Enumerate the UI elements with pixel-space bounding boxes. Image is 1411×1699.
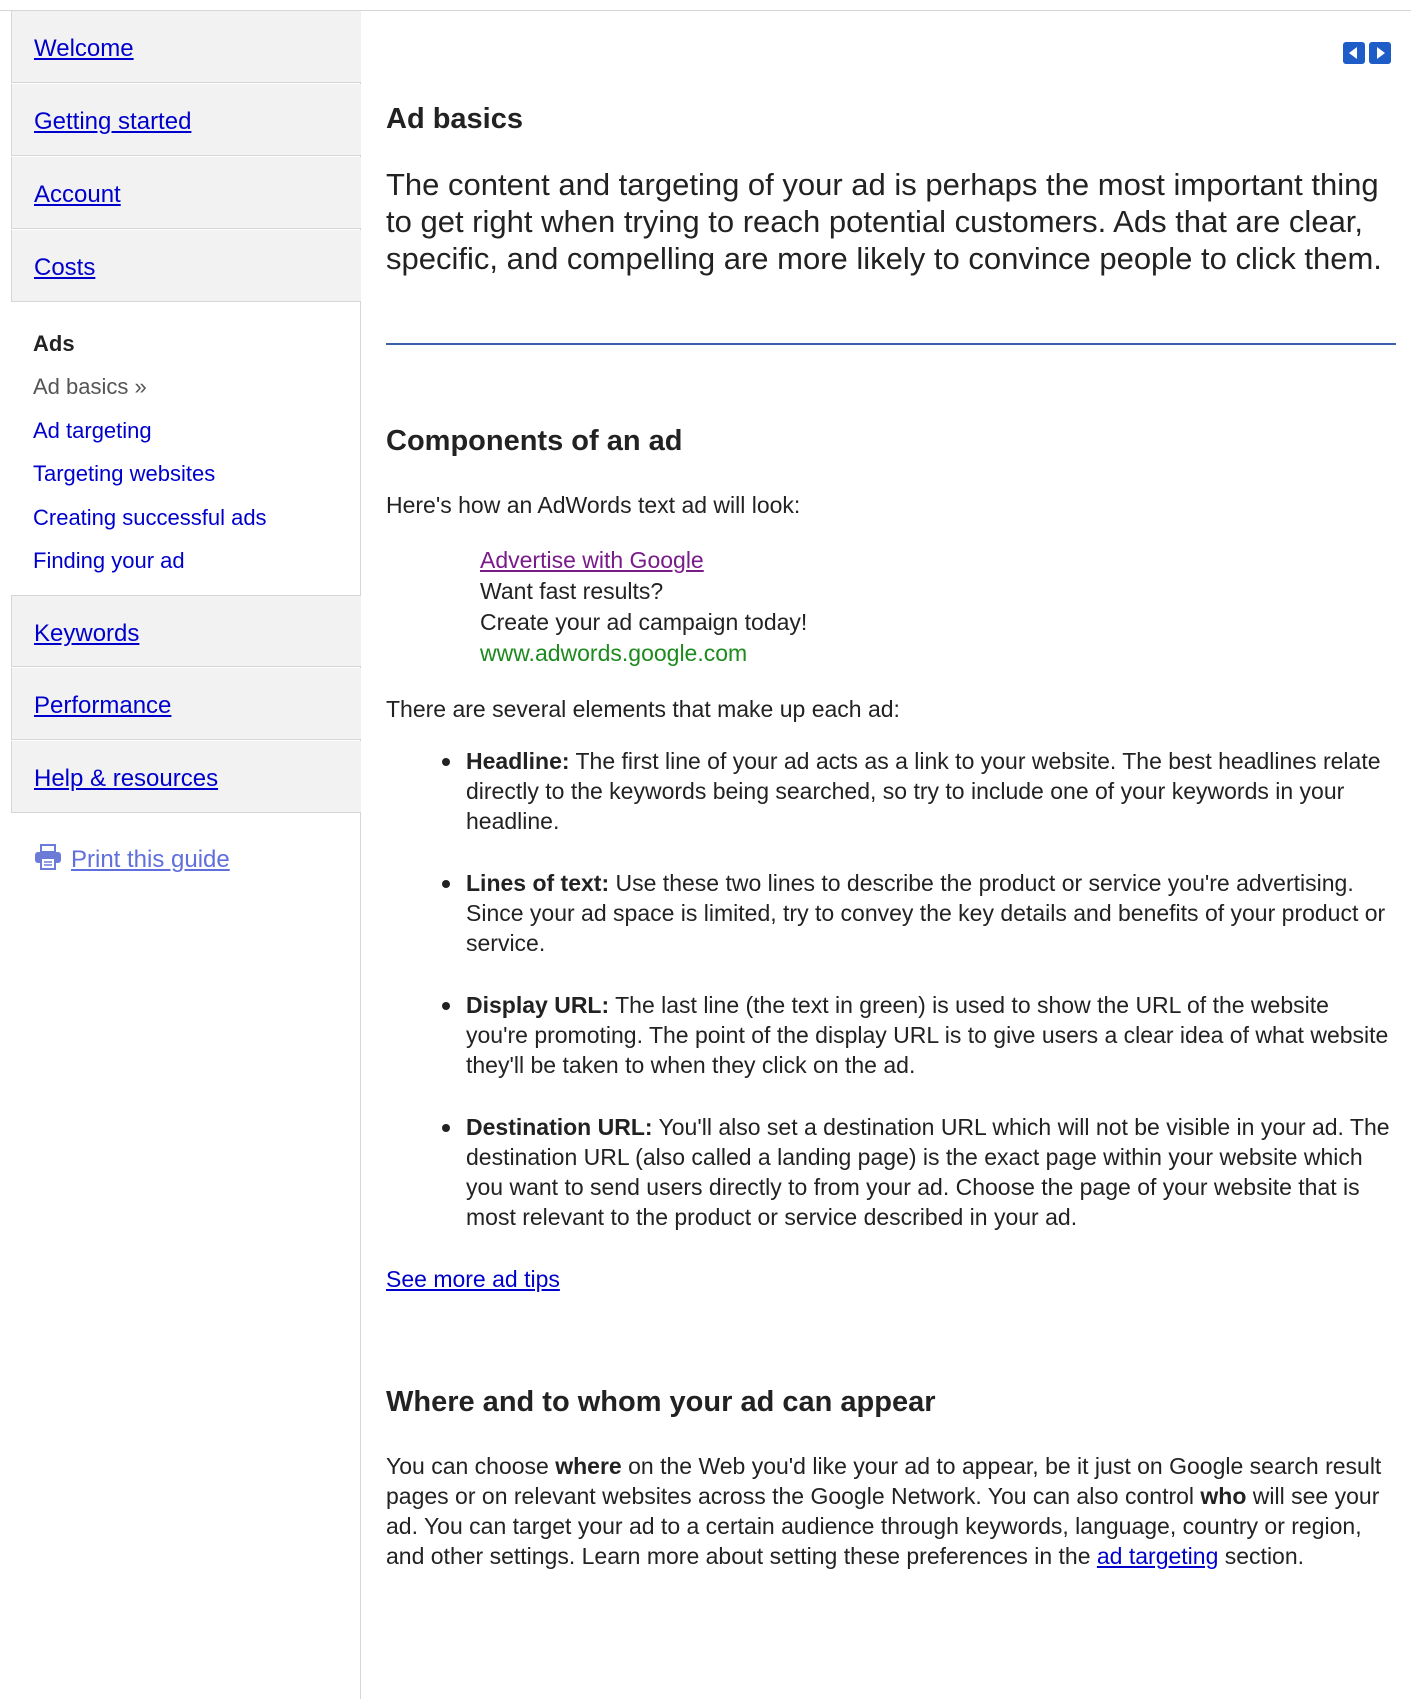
sidebar-link-welcome[interactable]: Welcome <box>34 35 134 63</box>
sidebar-link-help-resources[interactable]: Help & resources <box>34 765 218 793</box>
sample-ad-display-url: www.adwords.google.com <box>480 640 748 666</box>
sidebar-item-getting-started[interactable]: Getting started <box>11 84 361 156</box>
list-item: Lines of text: Use these two lines to de… <box>386 868 1396 958</box>
sidebar-subitem-finding-your-ad[interactable]: Finding your ad <box>33 548 185 574</box>
where-bold-who: who <box>1200 1483 1247 1509</box>
sidebar-item-help-resources[interactable]: Help & resources <box>11 741 361 813</box>
sidebar-section-heading: Ads <box>33 331 75 356</box>
sample-ad-line1: Want fast results? <box>480 578 664 604</box>
intro-divider <box>386 343 1396 345</box>
printer-icon[interactable] <box>33 843 63 878</box>
page-nav-arrows <box>1339 42 1391 64</box>
sidebar-item-welcome[interactable]: Welcome <box>11 11 361 83</box>
sidebar-item-performance[interactable]: Performance <box>11 668 361 740</box>
sidebar-subitem-ad-basics: Ad basics » <box>33 374 147 399</box>
sidebar-link-getting-started[interactable]: Getting started <box>34 108 191 136</box>
element-term: Display URL: <box>466 992 610 1018</box>
element-term: Headline: <box>466 748 570 774</box>
sample-ad: Advertise with Google Want fast results?… <box>480 545 807 669</box>
bullet <box>442 1002 450 1010</box>
sidebar-item-costs[interactable]: Costs <box>11 230 361 302</box>
elements-lead: There are several elements that make up … <box>386 696 900 722</box>
print-guide[interactable]: Print this guide <box>33 843 230 878</box>
element-term: Lines of text: <box>466 870 610 896</box>
page-title: Ad basics <box>386 103 523 135</box>
where-bold-where: where <box>555 1453 622 1479</box>
sidebar-item-account[interactable]: Account <box>11 157 361 229</box>
arrow-left-icon[interactable] <box>1343 42 1365 64</box>
sample-ad-line2: Create your ad campaign today! <box>480 609 808 635</box>
where-text-4: section. <box>1218 1543 1305 1569</box>
element-text: The first line of your ad acts as a link… <box>466 748 1381 834</box>
see-more-ad-tips-link[interactable]: See more ad tips <box>386 1266 560 1292</box>
sidebar-link-account[interactable]: Account <box>34 181 121 209</box>
more-tips: See more ad tips <box>386 1264 1396 1294</box>
sidebar-link-performance[interactable]: Performance <box>34 692 171 720</box>
sidebar-link-costs[interactable]: Costs <box>34 254 95 282</box>
sample-ad-headline[interactable]: Advertise with Google <box>480 547 704 573</box>
components-heading: Components of an ad <box>386 425 683 457</box>
bullet <box>442 1124 450 1132</box>
sidebar-item-keywords[interactable]: Keywords <box>11 595 361 667</box>
sidebar-link-keywords[interactable]: Keywords <box>34 620 139 648</box>
components-lead: Here's how an AdWords text ad will look: <box>386 492 801 518</box>
intro-text: The content and targeting of your ad is … <box>386 167 1382 276</box>
where-heading: Where and to whom your ad can appear <box>386 1386 936 1418</box>
ad-targeting-link[interactable]: ad targeting <box>1097 1543 1218 1569</box>
sidebar-subitem-targeting-websites[interactable]: Targeting websites <box>33 461 215 487</box>
list-item: Destination URL: You'll also set a desti… <box>386 1112 1396 1232</box>
element-term: Destination URL: <box>466 1114 653 1140</box>
list-item: Display URL: The last line (the text in … <box>386 990 1396 1080</box>
bullet <box>442 880 450 888</box>
elements-list: Headline: The first line of your ad acts… <box>386 746 1396 1232</box>
where-paragraph: You can choose where on the Web you'd li… <box>386 1451 1396 1571</box>
list-item: Headline: The first line of your ad acts… <box>386 746 1396 836</box>
bullet <box>442 758 450 766</box>
arrow-right-icon[interactable] <box>1369 42 1391 64</box>
print-guide-link[interactable]: Print this guide <box>71 846 230 873</box>
sidebar-subitem-creating-successful-ads[interactable]: Creating successful ads <box>33 505 267 531</box>
sidebar: Welcome Getting started Account Costs Ad… <box>11 11 361 1699</box>
sidebar-subitem-ad-targeting[interactable]: Ad targeting <box>33 418 152 444</box>
where-text-1: You can choose <box>386 1453 556 1479</box>
